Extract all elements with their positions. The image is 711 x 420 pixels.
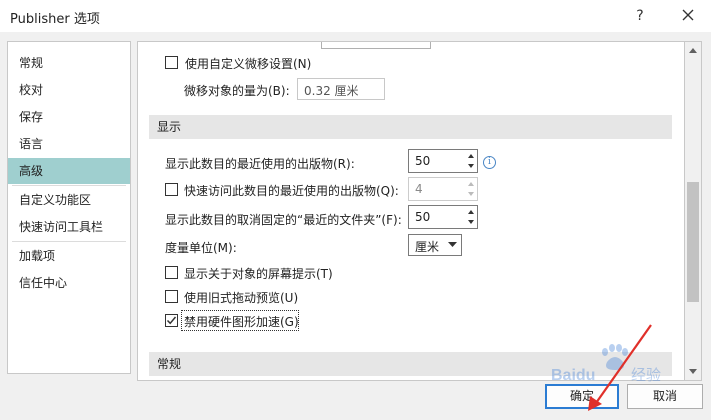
chevron-down-icon (448, 242, 457, 247)
disable-hw-accel-label: 禁用硬件图形加速(G) (184, 315, 299, 329)
sidebar-item-trust-center[interactable]: 信任中心 (8, 270, 130, 296)
options-sidebar: 常规 校对 保存 语言 高级 自定义功能区 快速访问工具栏 加载项 信任中心 (7, 41, 131, 374)
title-bar: Publisher 选项 ? (0, 0, 711, 32)
content-scrollbar[interactable] (685, 41, 702, 381)
nudge-amount-field[interactable]: 0.32 厘米 (297, 78, 385, 100)
sidebar-divider (12, 185, 126, 186)
scroll-thumb[interactable] (687, 182, 699, 302)
svg-text:Baidu: Baidu (551, 367, 595, 384)
recent-folders-value: 50 (415, 210, 431, 224)
scroll-up-icon[interactable] (685, 43, 701, 59)
sidebar-item-advanced[interactable]: 高级 (8, 158, 130, 184)
recent-folders-spinner[interactable]: 50 (408, 205, 478, 229)
scroll-down-icon[interactable] (685, 363, 701, 379)
sidebar-divider (12, 241, 126, 242)
legacy-drag-label: 使用旧式拖动预览(U) (184, 291, 299, 305)
section-header-display: 显示 (149, 115, 672, 139)
spinner-arrows-icon[interactable] (465, 150, 477, 172)
spinner-arrows-icon (468, 182, 474, 196)
info-icon[interactable]: i (483, 156, 496, 169)
measure-units-value: 厘米 (415, 240, 440, 254)
sidebar-item-general[interactable]: 常规 (8, 50, 130, 76)
partial-control (321, 42, 431, 49)
measure-units-label: 度量单位(M): (165, 241, 237, 255)
checkmark-icon (166, 316, 177, 325)
baidu-watermark-logo: Baidu 经验 (549, 338, 674, 388)
recent-pubs-value: 50 (415, 154, 431, 168)
nudge-amount-value: 0.32 厘米 (304, 84, 359, 98)
screen-tips-checkbox[interactable] (165, 266, 178, 279)
quick-access-recent-spinner: 4 (408, 177, 478, 201)
sidebar-item-save[interactable]: 保存 (8, 104, 130, 130)
disable-hw-accel-checkbox[interactable] (165, 314, 178, 327)
recent-pubs-spinner[interactable]: 50 (408, 149, 478, 173)
custom-nudge-checkbox[interactable] (165, 56, 178, 69)
nudge-amount-label: 微移对象的量为(B): (184, 84, 290, 98)
close-button[interactable] (677, 4, 699, 26)
sidebar-item-proofing[interactable]: 校对 (8, 77, 130, 103)
recent-pubs-label: 显示此数目的最近使用的出版物(R): (165, 157, 355, 171)
svg-text:经验: 经验 (631, 366, 661, 384)
custom-nudge-label: 使用自定义微移设置(N) (185, 57, 312, 71)
quick-access-recent-value: 4 (415, 182, 423, 196)
quick-access-recent-checkbox[interactable] (165, 183, 178, 196)
sidebar-item-customize-ribbon[interactable]: 自定义功能区 (8, 187, 130, 213)
legacy-drag-checkbox[interactable] (165, 290, 178, 303)
window-title: Publisher 选项 (10, 12, 100, 27)
sidebar-item-add-ins[interactable]: 加载项 (8, 243, 130, 269)
spinner-arrows-icon[interactable] (465, 206, 477, 228)
sidebar-item-language[interactable]: 语言 (8, 131, 130, 157)
advanced-options-panel: 使用自定义微移设置(N) 微移对象的量为(B): 0.32 厘米 显示 显示此数… (137, 41, 685, 381)
recent-folders-label: 显示此数目的取消固定的“最近的文件夹”(F): (165, 213, 402, 227)
help-button[interactable]: ? (630, 6, 650, 26)
measure-units-select[interactable]: 厘米 (408, 234, 462, 256)
quick-access-recent-label: 快速访问此数目的最近使用的出版物(Q): (184, 184, 399, 198)
baidu-paw-icon: Baidu 经验 (551, 344, 661, 384)
sidebar-item-quick-access-toolbar[interactable]: 快速访问工具栏 (8, 214, 130, 240)
close-icon (682, 9, 694, 21)
screen-tips-label: 显示关于对象的屏幕提示(T) (184, 267, 333, 281)
